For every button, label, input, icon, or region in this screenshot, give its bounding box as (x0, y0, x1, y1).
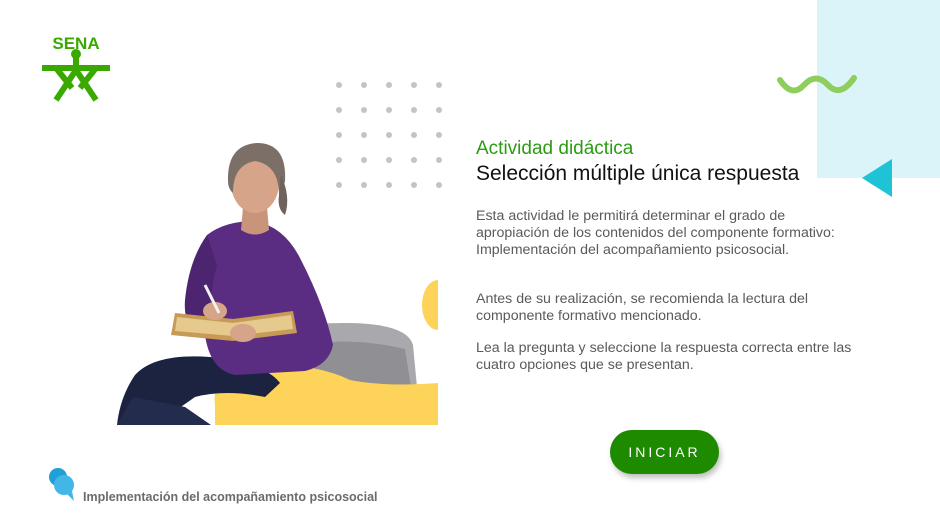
description-paragraph-2: Antes de su realización, se recomienda l… (476, 291, 809, 324)
start-button[interactable]: INICIAR (610, 430, 719, 474)
description-paragraph-1: Esta actividad le permitirá determinar e… (476, 208, 835, 258)
sena-logo: SENA (38, 34, 114, 104)
woman-reading-illustration (117, 143, 438, 425)
wave-decor (777, 75, 857, 94)
triangle-decor-icon (862, 159, 892, 197)
activity-title: Selección múltiple única respuesta (476, 162, 800, 185)
activity-subtitle: Actividad didáctica (476, 138, 634, 159)
description-paragraph-3: Lea la pregunta y seleccione la respuest… (476, 340, 852, 373)
chat-bubbles-icon (49, 468, 74, 501)
course-name: Implementación del acompañamiento psicos… (83, 490, 378, 504)
sena-emblem-icon (42, 49, 110, 102)
